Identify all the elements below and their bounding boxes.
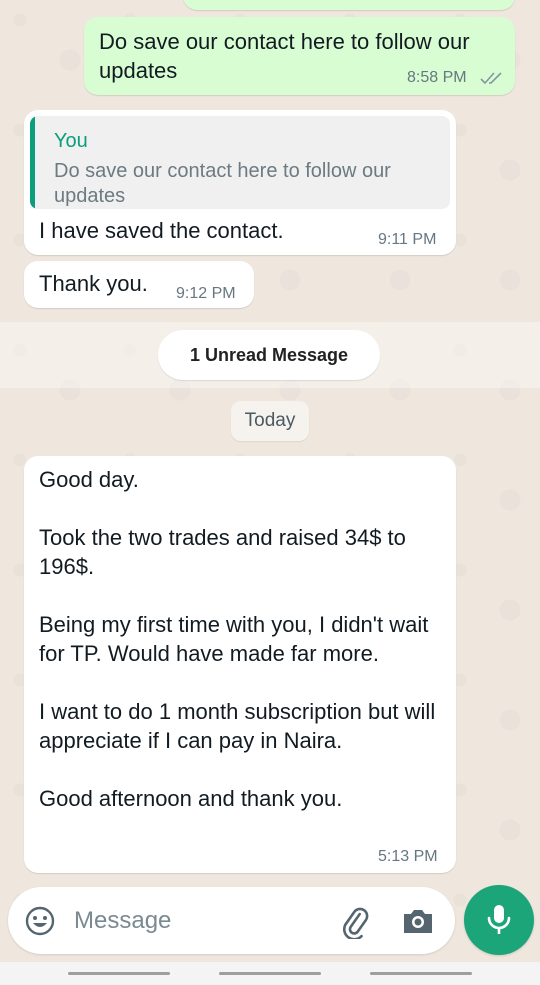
message-time: 5:13 PM	[378, 848, 438, 865]
voice-record-button[interactable]	[464, 885, 534, 955]
message-input[interactable]	[72, 897, 326, 945]
camera-icon[interactable]	[401, 906, 435, 936]
incoming-message-bubble[interactable]: Good day. Took the two trades and raised…	[24, 456, 456, 873]
quote-accent-bar	[30, 116, 35, 209]
message-text: Thank you.	[39, 271, 148, 296]
incoming-message-bubble[interactable]: You Do save our contact here to follow o…	[24, 110, 456, 255]
chat-area[interactable]: Do save our contact here to follow our u…	[0, 0, 540, 880]
previous-message-bubble[interactable]	[183, 0, 515, 10]
message-time: 8:58 PM	[407, 69, 467, 86]
message-text: Good day. Took the two trades and raised…	[39, 467, 436, 811]
nav-home-button[interactable]	[219, 972, 321, 975]
double-tick-icon	[480, 72, 502, 85]
incoming-message-bubble[interactable]: Thank you. 9:12 PM	[24, 261, 254, 308]
attach-icon[interactable]	[338, 905, 372, 939]
quoted-message[interactable]: You Do save our contact here to follow o…	[30, 116, 450, 209]
message-text: I have saved the contact.	[39, 218, 284, 243]
system-navigation-bar	[0, 962, 540, 985]
unread-message-label: 1 Unread Message	[158, 330, 380, 380]
date-separator: Today	[231, 401, 309, 441]
nav-recents-button[interactable]	[68, 972, 170, 975]
mic-icon	[487, 905, 511, 934]
quote-author: You	[54, 130, 88, 152]
outgoing-message-bubble[interactable]: Do save our contact here to follow our u…	[84, 17, 515, 95]
message-time: 9:11 PM	[378, 231, 437, 248]
message-time: 9:12 PM	[176, 285, 236, 302]
emoji-icon[interactable]	[24, 905, 56, 937]
message-composer[interactable]	[8, 887, 455, 954]
quote-text: Do save our contact here to follow our u…	[54, 160, 391, 207]
nav-back-button[interactable]	[370, 972, 472, 975]
